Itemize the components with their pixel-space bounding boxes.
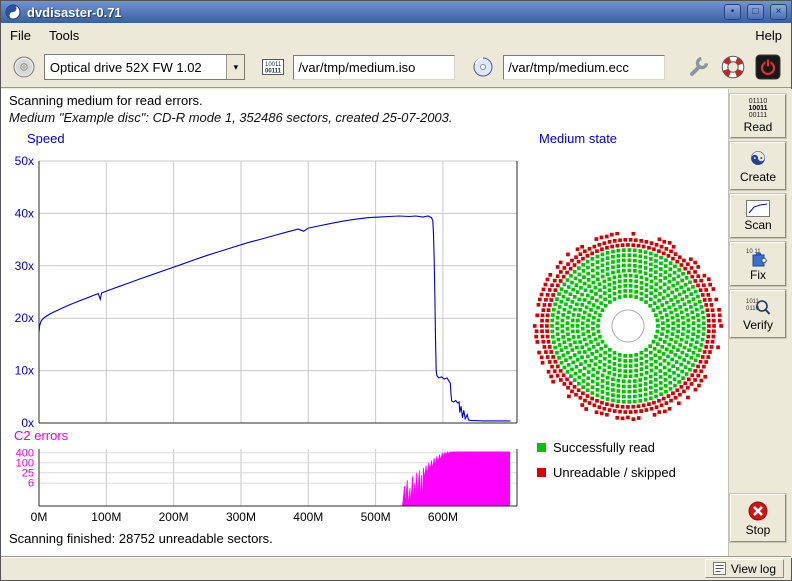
ecc-file-icon bbox=[471, 56, 495, 78]
scan-label: Scan bbox=[744, 218, 771, 232]
image-file-input[interactable] bbox=[293, 55, 455, 80]
view-log-label: View log bbox=[731, 562, 776, 576]
scan-result-status: Scanning finished: 28752 unreadable sect… bbox=[9, 531, 273, 546]
titlebar: dvdisaster-0.71 • □ × bbox=[1, 1, 791, 23]
close-button[interactable]: × bbox=[770, 4, 787, 20]
svg-text:100M: 100M bbox=[91, 510, 121, 524]
svg-text:50x: 50x bbox=[15, 154, 34, 168]
speed-and-c2-charts: 50x 40x 30x 20x 10x 0x 0M 100M 200M 300M 400M 500M 6… bbox=[7, 147, 527, 533]
svg-text:0M: 0M bbox=[31, 510, 48, 524]
legend-unreadable-swatch bbox=[537, 468, 546, 477]
chevron-down-icon: ▾ bbox=[234, 62, 239, 73]
combo-arrow[interactable]: ▾ bbox=[226, 55, 244, 79]
puzzle-fix-icon: 10 11 bbox=[745, 247, 771, 267]
toolbar: Optical drive 52X FW 1.02 ▾ 1001100111 bbox=[1, 47, 791, 88]
lifebelt-help-icon bbox=[720, 54, 746, 80]
verify-label: Verify bbox=[743, 318, 773, 332]
svg-text:500M: 500M bbox=[361, 510, 391, 524]
svg-text:300M: 300M bbox=[226, 510, 256, 524]
svg-text:30x: 30x bbox=[15, 259, 34, 273]
status-line-2: Medium "Example disc": CD-R mode 1, 3524… bbox=[9, 110, 453, 125]
svg-text:10011: 10011 bbox=[265, 62, 282, 68]
ecc-file-button[interactable] bbox=[468, 52, 498, 82]
view-log-button[interactable]: View log bbox=[705, 559, 784, 578]
drive-selector[interactable]: Optical drive 52X FW 1.02 ▾ bbox=[44, 54, 245, 80]
read-label: Read bbox=[744, 120, 773, 134]
svg-text:400M: 400M bbox=[293, 510, 323, 524]
fix-label: Fix bbox=[750, 268, 766, 282]
binary-read-icon: 01110 10011 00111 bbox=[748, 98, 767, 119]
svg-text:0x: 0x bbox=[21, 416, 34, 430]
menu-help[interactable]: Help bbox=[755, 28, 782, 43]
stop-button[interactable]: Stop bbox=[730, 494, 786, 542]
verify-button[interactable]: 10110110 Verify bbox=[730, 290, 786, 338]
legend-read-label: Successfully read bbox=[553, 440, 655, 455]
svg-text:200M: 200M bbox=[159, 510, 189, 524]
maximize-button[interactable]: □ bbox=[747, 4, 764, 20]
medium-state-title: Medium state bbox=[539, 131, 617, 146]
help-button[interactable] bbox=[718, 52, 748, 82]
create-button[interactable]: ☯ Create bbox=[730, 142, 786, 190]
log-icon bbox=[713, 562, 726, 575]
wrench-icon bbox=[685, 54, 711, 80]
svg-text:40x: 40x bbox=[15, 206, 34, 220]
stop-icon bbox=[747, 500, 769, 522]
app-icon bbox=[5, 4, 21, 20]
create-label: Create bbox=[740, 170, 776, 184]
fix-button[interactable]: 10 11 Fix bbox=[730, 242, 786, 286]
window-title: dvdisaster-0.71 bbox=[27, 5, 718, 20]
svg-text:10x: 10x bbox=[15, 364, 34, 378]
drive-select-button[interactable] bbox=[9, 52, 39, 82]
ecc-file-input[interactable] bbox=[503, 55, 665, 80]
speed-chart-title: Speed bbox=[27, 131, 65, 146]
image-file-icon: 1001100111 bbox=[261, 56, 285, 78]
yinyang-create-icon: ☯ bbox=[749, 149, 766, 169]
menu-tools[interactable]: Tools bbox=[49, 28, 79, 43]
power-icon bbox=[755, 54, 781, 80]
optical-drive-icon bbox=[11, 54, 37, 80]
drive-selector-value: Optical drive 52X FW 1.02 bbox=[45, 55, 226, 79]
menubar: File Tools Help bbox=[1, 23, 791, 47]
legend-unreadable: Unreadable / skipped bbox=[537, 465, 676, 480]
scan-chart-icon bbox=[746, 200, 770, 217]
medium-state-disc bbox=[532, 232, 724, 424]
quit-button[interactable] bbox=[753, 52, 783, 82]
svg-text:6: 6 bbox=[28, 478, 34, 490]
magnifier-verify-icon: 10110110 bbox=[745, 296, 771, 317]
preferences-button[interactable] bbox=[683, 52, 713, 82]
stop-label: Stop bbox=[746, 523, 771, 537]
legend-read: Successfully read bbox=[537, 440, 655, 455]
app-window: dvdisaster-0.71 • □ × File Tools Help Op… bbox=[0, 0, 792, 581]
legend-unreadable-label: Unreadable / skipped bbox=[553, 465, 676, 480]
minimize-button[interactable]: • bbox=[724, 4, 741, 20]
menu-file[interactable]: File bbox=[10, 28, 31, 43]
svg-text:600M: 600M bbox=[428, 510, 458, 524]
svg-text:20x: 20x bbox=[15, 311, 34, 325]
read-button[interactable]: 01110 10011 00111 Read bbox=[730, 94, 786, 138]
statusbar: View log bbox=[1, 556, 791, 580]
status-line-1: Scanning medium for read errors. bbox=[9, 93, 203, 108]
legend-read-swatch bbox=[537, 443, 546, 452]
image-file-button[interactable]: 1001100111 bbox=[258, 52, 288, 82]
svg-text:00111: 00111 bbox=[265, 69, 282, 75]
scan-button[interactable]: Scan bbox=[730, 194, 786, 238]
